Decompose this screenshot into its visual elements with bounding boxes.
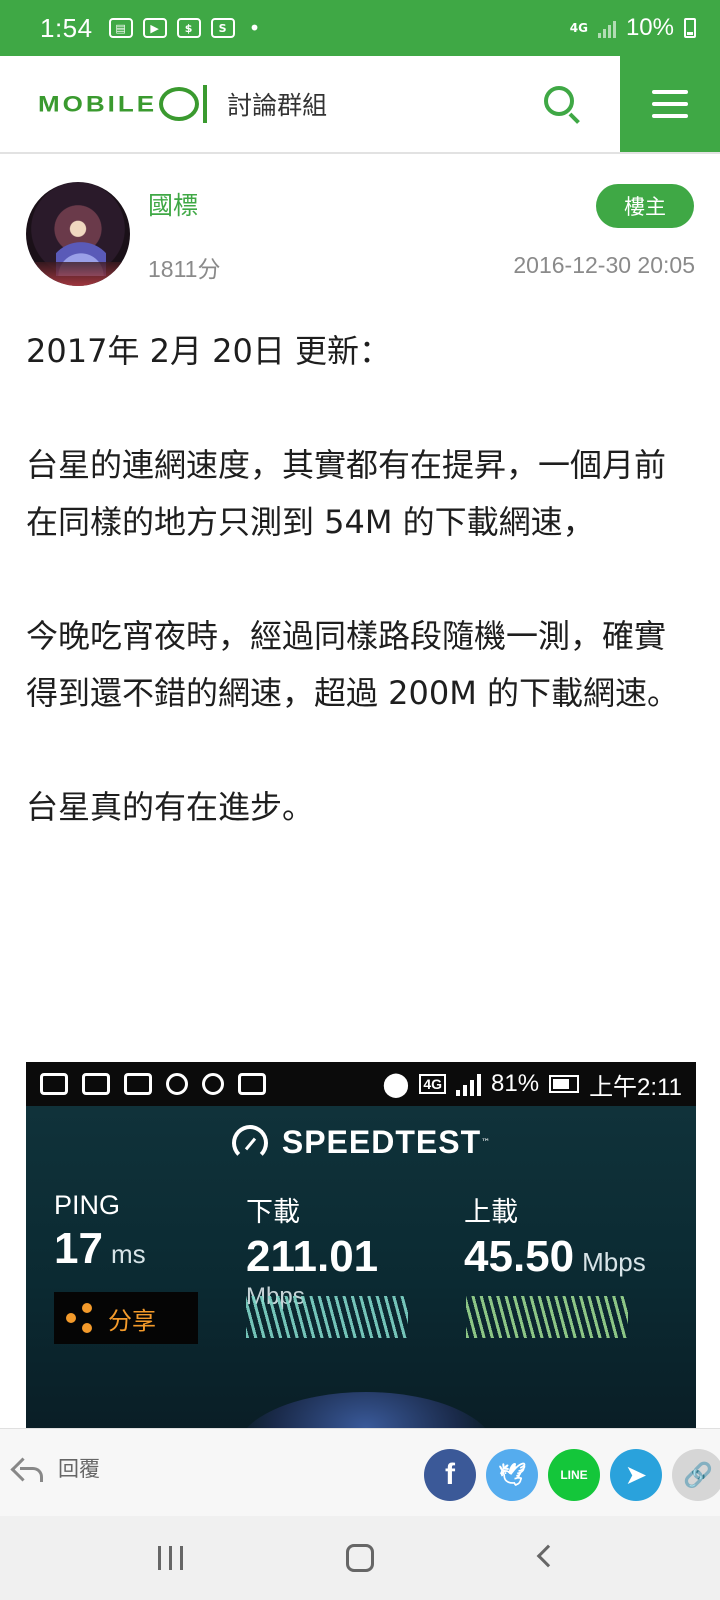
signal-icon <box>597 18 616 38</box>
news-icon: ▤ <box>108 18 133 38</box>
message-icon <box>40 1073 68 1095</box>
back-button[interactable] <box>536 1544 560 1568</box>
download-meter <box>246 1296 408 1338</box>
status-time: 1:54 <box>40 12 93 43</box>
share-buttons: f 🕊 LINE ➤ 🔗 <box>424 1449 720 1501</box>
ping-column: PING 17 ms <box>54 1190 146 1282</box>
notification-icons: ▤ ▶ $ S • <box>108 16 261 40</box>
network-type: 4G <box>569 21 588 35</box>
more-notifications-dot: • <box>248 16 261 40</box>
download-label: 下載 <box>246 1197 300 1227</box>
home-button[interactable] <box>346 1544 374 1572</box>
post-paragraph: 今晚吃宵夜時，經過同樣路段隨機一測，確實得到還不錯的網速，超過 200M 的下載… <box>26 617 680 712</box>
network-4g: 4G <box>419 1074 447 1094</box>
share-label: 分享 <box>108 1306 156 1335</box>
speedtest-status-bar: ⬤ 4G 81% 上午2:11 <box>26 1062 696 1106</box>
avatar[interactable] <box>26 182 130 286</box>
image-icon <box>124 1073 152 1095</box>
author-name[interactable]: 國標 <box>148 186 198 222</box>
share-icon <box>66 1303 96 1333</box>
download-column: 下載 211.01 Mbps <box>246 1190 378 1309</box>
youtube-icon: ▶ <box>142 18 167 38</box>
s-app-icon: S <box>210 18 235 38</box>
post-paragraph: 台星的連網速度，其實都有在提昇，一個月前在同樣的地方只測到 54M 的下載網速， <box>26 446 667 541</box>
ping-unit: ms <box>110 1239 146 1269</box>
shopping-bag-icon: $ <box>176 18 201 38</box>
post-paragraph: 2017年 2月 20日 更新： <box>26 332 392 370</box>
twitter-share-button[interactable]: 🕊 <box>486 1449 538 1501</box>
recent-apps-button[interactable] <box>158 1546 183 1570</box>
copy-link-button[interactable]: 🔗 <box>672 1449 720 1501</box>
post-content: 2017年 2月 20日 更新： 台星的連網速度，其實都有在提昇，一個月前在同樣… <box>26 323 696 836</box>
search-button[interactable] <box>540 82 586 128</box>
header-title[interactable]: 討論群組 <box>227 86 327 122</box>
mobile01-logo[interactable]: MOBILE <box>38 84 208 124</box>
post-action-bar: 回覆 f 🕊 LINE ➤ 🔗 <box>0 1428 720 1516</box>
search-icon <box>544 86 574 116</box>
upload-column: 上載 45.50 Mbps <box>464 1190 646 1290</box>
speedtest-brand: SPEEDTEST <box>281 1124 482 1160</box>
menu-button[interactable] <box>620 56 720 152</box>
app-header: MOBILE 討論群組 <box>0 56 720 154</box>
ping-value: 17 <box>54 1224 103 1273</box>
line-share-button[interactable]: LINE <box>548 1449 600 1501</box>
telegram-share-button[interactable]: ➤ <box>610 1449 662 1501</box>
signal-icon <box>456 1072 482 1096</box>
speedtest-glow <box>236 1392 496 1428</box>
upload-label: 上載 <box>464 1197 518 1227</box>
logo-text: MOBILE <box>38 90 158 117</box>
chat-icon <box>202 1073 224 1095</box>
reply-button[interactable]: 回覆 <box>12 1453 100 1483</box>
telegram-plane-icon: ➤ <box>625 1461 647 1489</box>
speedtest-title: SPEEDTEST ™ <box>26 1124 696 1161</box>
logo-01-mark-icon <box>159 85 208 123</box>
upload-value: 45.50 <box>464 1232 575 1281</box>
post-paragraph: 台星真的有在進步。 <box>26 788 315 826</box>
link-icon: 🔗 <box>683 1461 713 1489</box>
wrench-icon <box>82 1073 110 1095</box>
speedtest-time: 上午2:11 <box>589 1073 682 1101</box>
reply-label: 回覆 <box>58 1457 100 1481</box>
speedtest-screenshot[interactable]: ⬤ 4G 81% 上午2:11 SPEEDTEST ™ PING 17 ms 分享… <box>26 1062 696 1428</box>
upload-unit: Mbps <box>582 1247 646 1277</box>
op-badge: 樓主 <box>596 184 694 228</box>
status-bar: 1:54 ▤ ▶ $ S • 4G 10% <box>0 0 720 56</box>
author-points: 1811分 <box>148 256 221 282</box>
speedometer-icon <box>231 1124 268 1161</box>
hamburger-icon <box>652 90 688 94</box>
upload-meter <box>466 1296 628 1338</box>
location-icon: ⬤ <box>382 1070 410 1098</box>
system-nav-bar <box>0 1516 720 1600</box>
post-date: 2016-12-30 20:05 <box>513 252 695 278</box>
battery-icon <box>549 1075 580 1093</box>
twitter-bird-icon: 🕊 <box>498 1462 526 1487</box>
download-value: 211.01 <box>246 1232 379 1281</box>
status-right: 4G 10% <box>570 14 696 42</box>
battery-percent: 10% <box>625 14 674 41</box>
speedtest-battery: 81% <box>491 1070 540 1097</box>
cast-icon <box>238 1073 266 1095</box>
battery-icon <box>684 18 696 38</box>
reply-icon <box>12 1453 43 1483</box>
wifi-icon <box>166 1073 188 1095</box>
facebook-share-button[interactable]: f <box>424 1449 476 1501</box>
ping-label: PING <box>54 1190 121 1220</box>
speedtest-share-button[interactable]: 分享 <box>54 1292 198 1344</box>
